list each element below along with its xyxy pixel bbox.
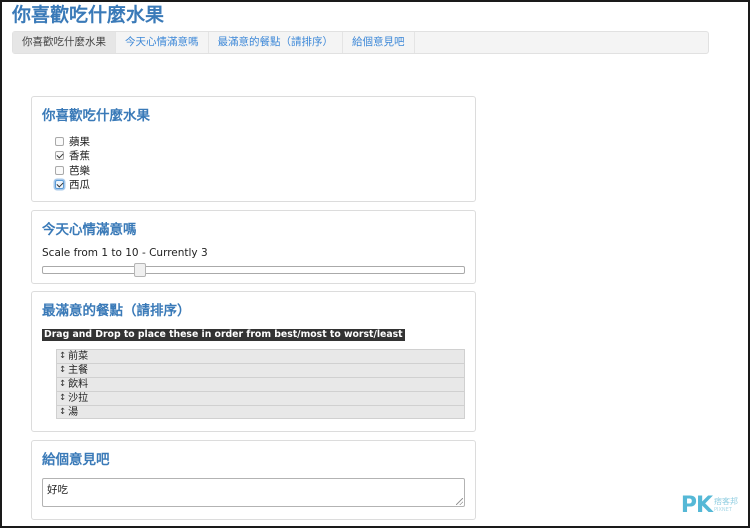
nav-tab-mood[interactable]: 今天心情滿意嗎 [116,32,209,53]
sortable-item-label: 前菜 [68,351,89,362]
meal-sort-list: ↕ 前菜 ↕ 主餐 ↕ 飲料 ↕ 沙拉 ↕ 湯 [56,349,465,419]
resize-grip-icon[interactable] [456,498,463,505]
drag-handle-icon[interactable]: ↕ [59,406,66,419]
nav-bar: 你喜歡吃什麼水果 今天心情滿意嗎 最滿意的餐點（請排序） 給個意見吧 [12,31,709,54]
sortable-item-main[interactable]: ↕ 主餐 [56,363,465,377]
fruit-option-guava[interactable]: 芭樂 [55,163,90,178]
checkbox-banana[interactable] [55,151,64,161]
sortable-item-label: 主餐 [68,365,89,376]
mood-slider-handle[interactable] [134,263,146,277]
fruit-option-watermelon[interactable]: 西瓜 [55,178,90,193]
fruit-checkbox-list: 蘋果 香蕉 芭樂 西瓜 [55,134,90,192]
checkbox-watermelon[interactable] [55,180,64,190]
fruit-option-label: 蘋果 [69,135,90,148]
watermark-name-en: PIXNET [714,506,732,513]
sortable-item-starter[interactable]: ↕ 前菜 [56,349,465,363]
drag-handle-icon[interactable]: ↕ [59,378,66,391]
fruit-option-banana[interactable]: 香蕉 [55,149,90,164]
fruit-panel: 你喜歡吃什麼水果 蘋果 香蕉 芭樂 西瓜 [31,96,476,202]
sortable-item-drink[interactable]: ↕ 飲料 [56,377,465,391]
watermark-name-cn: 痞客邦 [714,496,738,506]
drag-instruction: Drag and Drop to place these in order fr… [42,329,405,341]
comment-text: 好吃 [47,484,68,496]
meal-panel: 最滿意的餐點（請排序） Drag and Drop to place these… [31,291,476,432]
drag-handle-icon[interactable]: ↕ [59,392,66,405]
fruit-panel-heading: 你喜歡吃什麼水果 [42,108,150,124]
comment-panel: 給個意見吧 好吃 [31,440,476,520]
fruit-option-label: 香蕉 [69,150,90,163]
watermark-logo: PK 痞客邦 PIXNET [681,493,738,518]
drag-handle-icon[interactable]: ↕ [59,350,66,363]
checkbox-apple[interactable] [55,136,64,146]
sortable-item-label: 沙拉 [68,393,89,404]
sortable-item-label: 湯 [68,406,79,418]
fruit-option-label: 芭樂 [69,164,90,177]
fruit-option-apple[interactable]: 蘋果 [55,134,90,149]
nav-tab-fruit[interactable]: 你喜歡吃什麼水果 [13,32,116,53]
sortable-item-salad[interactable]: ↕ 沙拉 [56,391,465,405]
nav-tab-meal[interactable]: 最滿意的餐點（請排序） [209,32,343,53]
drag-handle-icon[interactable]: ↕ [59,364,66,377]
fruit-option-label: 西瓜 [69,179,90,192]
comment-textarea[interactable]: 好吃 [42,478,465,507]
mood-panel: 今天心情滿意嗎 Scale from 1 to 10 - Currently 3 [31,210,476,284]
watermark-text: 痞客邦 PIXNET [714,497,738,515]
page-title: 你喜歡吃什麼水果 [12,4,165,26]
mood-slider-track[interactable] [42,263,465,277]
meal-panel-heading: 最滿意的餐點（請排序） [42,303,191,319]
comment-panel-heading: 給個意見吧 [42,452,110,468]
nav-tab-comment[interactable]: 給個意見吧 [343,32,415,53]
mood-panel-heading: 今天心情滿意嗎 [42,222,137,238]
sortable-item-label: 飲料 [68,379,89,390]
sortable-item-soup[interactable]: ↕ 湯 [56,405,465,419]
scale-label: Scale from 1 to 10 - Currently 3 [42,247,208,259]
watermark-pk-logo: PK [680,493,713,518]
checkbox-guava[interactable] [55,165,64,175]
